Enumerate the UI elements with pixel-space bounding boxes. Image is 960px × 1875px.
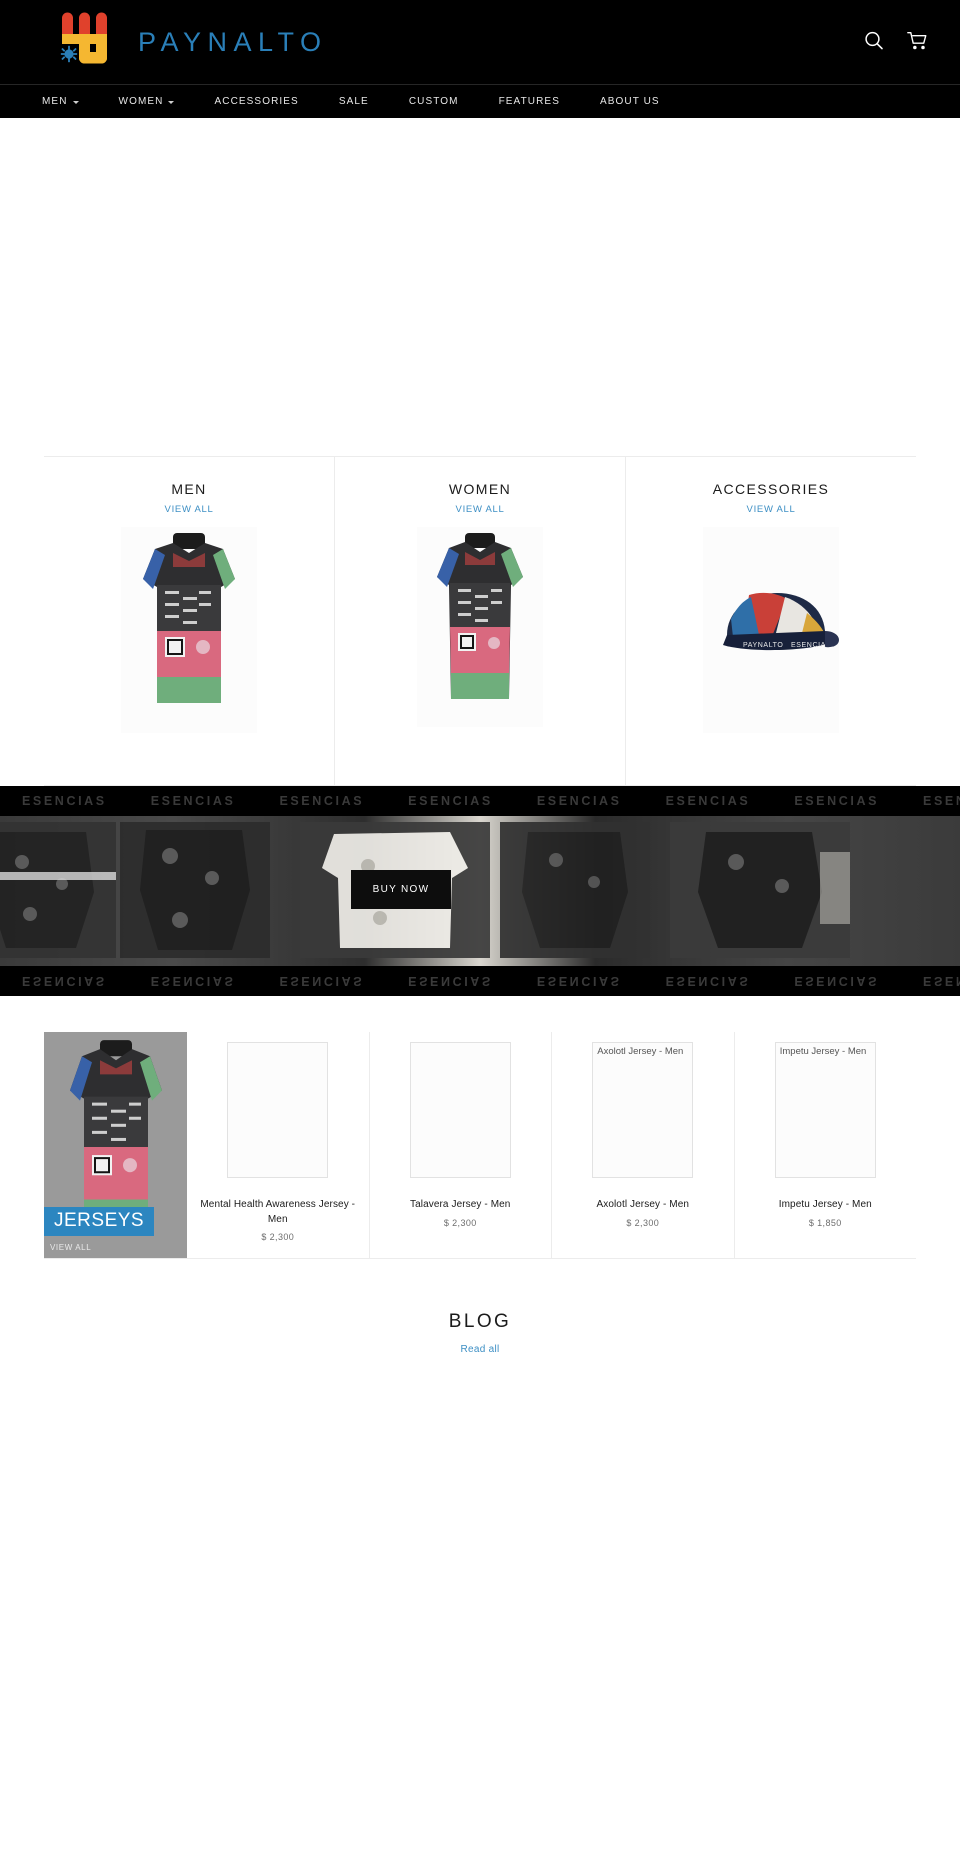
featured-products-section: JERSEYS VIEW ALL Mental Health Awareness… xyxy=(0,996,960,1259)
nav-item-men[interactable]: MEN xyxy=(42,96,79,107)
svg-text:PAYNALTO: PAYNALTO xyxy=(743,642,783,649)
chevron-down-icon xyxy=(168,101,175,104)
marquee-word: ESENCIAS xyxy=(279,974,365,988)
category-card-women[interactable]: WOMEN VIEW ALL xyxy=(335,457,626,785)
nav-label: WOMEN xyxy=(118,96,164,107)
product-name: Impetu Jersey - Men xyxy=(778,1199,872,1210)
svg-text:ESENCIA: ESENCIA xyxy=(791,642,826,649)
marquee-word: ESENCIAS xyxy=(150,974,236,988)
product-name: Mental Health Awareness Jersey - Men xyxy=(200,1199,356,1225)
nav-label: MEN xyxy=(42,96,68,107)
bib-shorts-image xyxy=(120,822,270,958)
site-header: PAYNALTO xyxy=(0,0,960,84)
marquee-word: ESENCIAS xyxy=(150,794,236,808)
category-title: ACCESSORIES xyxy=(712,481,830,497)
bib-shorts-image xyxy=(670,822,850,958)
product-thumbnail: Impetu Jersey - Men xyxy=(774,1042,876,1178)
nav-label: FEATURES xyxy=(498,96,560,107)
jerseys-collection-tile[interactable]: JERSEYS VIEW ALL xyxy=(44,1032,187,1258)
marquee-word: ESENCIAS xyxy=(536,974,622,988)
product-thumbnail xyxy=(409,1042,511,1178)
product-thumbnail: Axolotl Jersey - Men xyxy=(592,1042,694,1178)
nav-label: CUSTOM xyxy=(408,96,459,107)
promo-banner[interactable]: BUY NOW xyxy=(0,816,960,966)
blog-read-all-link[interactable]: Read all xyxy=(460,1344,499,1355)
marquee-word: ESENCIAS xyxy=(22,974,107,988)
esencias-marquee-top: ESENCIAS ESENCIAS ESENCIAS ESENCIAS ESENCIAS… xyxy=(0,786,960,816)
category-title: MEN xyxy=(171,481,207,497)
marquee-word: ESENCIAS xyxy=(923,974,960,988)
product-row: JERSEYS VIEW ALL Mental Health Awareness… xyxy=(44,1032,916,1259)
category-view-all-link[interactable]: VIEW ALL xyxy=(44,504,334,515)
nav-item-women[interactable]: WOMEN xyxy=(119,96,175,107)
header-actions xyxy=(862,28,930,54)
nav-label: ABOUT US xyxy=(599,96,660,107)
buy-now-button[interactable]: BUY NOW xyxy=(351,870,451,909)
mens-jersey-image xyxy=(121,527,257,733)
product-name: Talavera Jersey - Men xyxy=(410,1199,511,1210)
category-title: WOMEN xyxy=(448,481,512,497)
chevron-down-icon xyxy=(72,101,79,104)
nav-item-sale[interactable]: SALE xyxy=(339,96,369,107)
nav-item-about-us[interactable]: ABOUT US xyxy=(600,96,660,107)
category-card-men[interactable]: MEN VIEW ALL xyxy=(44,457,335,785)
marquee-word: ESENCIAS xyxy=(665,974,751,988)
search-icon[interactable] xyxy=(862,28,886,54)
brand-wordmark: PAYNALTO xyxy=(138,26,328,57)
product-name: Axolotl Jersey - Men xyxy=(596,1199,690,1210)
category-collection-row: MEN VIEW ALL WOMEN VIEW ALL ACCESSORIES … xyxy=(44,456,916,786)
cycling-cap-image: PAYNALTO ESENCIA xyxy=(703,527,839,733)
main-navigation: MEN WOMEN ACCESSORIES SALE CUSTOM FEATUR… xyxy=(0,84,960,118)
product-price: $ 1,850 xyxy=(808,1217,842,1228)
blog-section: BLOG Read all xyxy=(0,1259,960,1357)
product-price: $ 2,300 xyxy=(261,1232,295,1242)
esencias-marquee-bottom: ESENCIAS ESENCIAS ESENCIAS ESENCIAS ESENCIAS… xyxy=(0,966,960,996)
category-card-accessories[interactable]: ACCESSORIES VIEW ALL PAYNALTO ESENCIA xyxy=(626,457,916,785)
product-card[interactable]: Axolotl Jersey - Men Axolotl Jersey - Me… xyxy=(552,1032,735,1258)
marquee-word: ESENCIAS xyxy=(279,794,365,808)
marquee-word: ESENCIAS xyxy=(794,794,880,808)
marquee-word: ESENCIAS xyxy=(408,974,493,988)
shopping-cart-icon[interactable] xyxy=(906,28,930,54)
bib-shorts-image xyxy=(500,822,650,958)
brand-logo[interactable]: PAYNALTO xyxy=(52,12,328,72)
marquee-word: ESENCIAS xyxy=(408,794,493,808)
marquee-word: ESENCIAS xyxy=(665,794,751,808)
bib-shorts-image xyxy=(0,822,116,958)
product-card[interactable]: Impetu Jersey - Men Impetu Jersey - Men … xyxy=(735,1032,917,1258)
nav-item-accessories[interactable]: ACCESSORIES xyxy=(214,96,298,107)
product-price: $ 2,300 xyxy=(443,1217,477,1228)
marquee-word: ESENCIAS xyxy=(22,794,107,808)
marquee-word: ESENCIAS xyxy=(536,794,622,808)
product-price: $ 2,300 xyxy=(626,1217,660,1228)
marquee-word: ESENCIAS xyxy=(794,974,880,988)
jerseys-view-all-link[interactable]: VIEW ALL xyxy=(50,1243,91,1252)
product-card[interactable]: Talavera Jersey - Men $ 2,300 xyxy=(370,1032,552,1258)
marquee-word: ESENCIAS xyxy=(923,794,960,808)
womens-jersey-image xyxy=(417,527,543,727)
product-card[interactable]: Mental Health Awareness Jersey - Men $ 2… xyxy=(187,1032,370,1258)
nav-label: ACCESSORIES xyxy=(214,96,299,107)
category-view-all-link[interactable]: VIEW ALL xyxy=(626,504,916,515)
jerseys-badge-label[interactable]: JERSEYS xyxy=(44,1207,155,1236)
nav-item-features[interactable]: FEATURES xyxy=(499,96,560,107)
product-thumbnail xyxy=(227,1042,329,1178)
hero-banner-placeholder xyxy=(0,118,960,456)
nav-item-custom[interactable]: CUSTOM xyxy=(409,96,459,107)
category-view-all-link[interactable]: VIEW ALL xyxy=(335,504,625,515)
nav-label: SALE xyxy=(338,96,369,107)
blog-title: BLOG xyxy=(448,1311,512,1332)
paynalto-logo-icon xyxy=(60,12,107,64)
